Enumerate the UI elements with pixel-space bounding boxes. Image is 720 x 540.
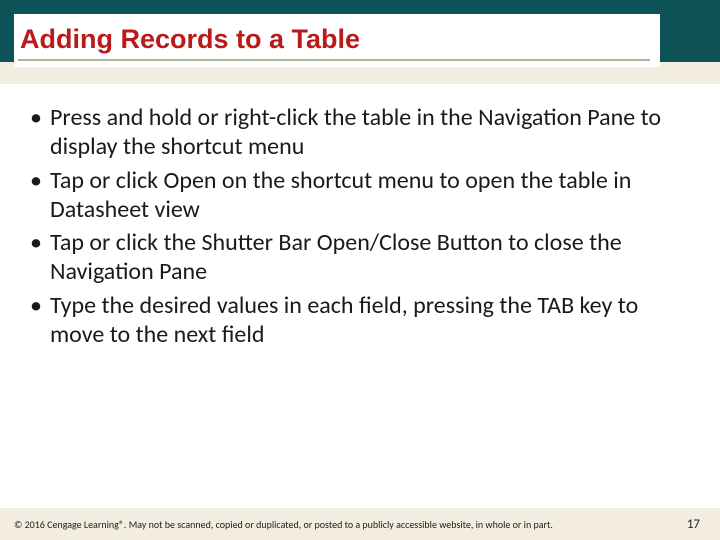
list-item: Tap or click the Shutter Bar Open/Close … (28, 228, 684, 287)
list-item: Tap or click Open on the shortcut menu t… (28, 166, 684, 225)
page-title: Adding Records to a Table (18, 24, 650, 61)
list-item: Press and hold or right-click the table … (28, 103, 684, 162)
title-container: Adding Records to a Table (14, 14, 660, 67)
slide: Adding Records to a Table Press and hold… (0, 0, 720, 540)
content-area: Press and hold or right-click the table … (18, 95, 702, 495)
copyright-text: © 2016 Cengage Learning®. May not be sca… (14, 518, 553, 531)
page-number: 17 (687, 517, 700, 532)
bullet-list: Press and hold or right-click the table … (18, 95, 702, 349)
footer: © 2016 Cengage Learning®. May not be sca… (0, 508, 720, 540)
list-item: Type the desired values in each field, p… (28, 291, 684, 350)
